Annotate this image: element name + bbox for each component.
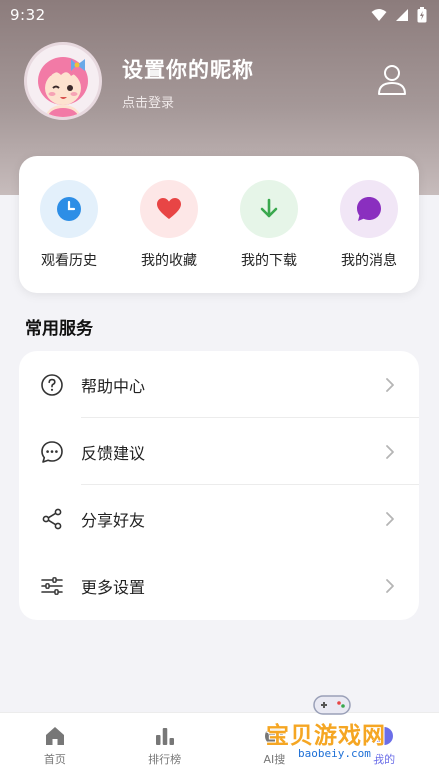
quick-action-label: 观看历史 bbox=[41, 253, 97, 269]
download-icon bbox=[260, 198, 278, 218]
quick-action-icon-bg bbox=[240, 180, 298, 238]
status-time: 9:32 bbox=[10, 6, 46, 24]
message-icon bbox=[357, 197, 381, 221]
feedback-icon bbox=[41, 441, 63, 463]
heart-icon bbox=[157, 198, 181, 219]
service-label: 帮助中心 bbox=[81, 376, 146, 396]
quick-actions-card: 观看历史 我的收藏 我的下载 我的消息 bbox=[19, 156, 419, 293]
service-row-settings[interactable]: 更多设置 bbox=[19, 552, 419, 619]
chevron-right-icon bbox=[386, 378, 394, 392]
user-icon bbox=[378, 65, 406, 95]
quick-action-icon-bg bbox=[340, 180, 398, 238]
quick-action-downloads[interactable]: 我的下载 bbox=[239, 180, 299, 293]
tab-home[interactable]: 首页 bbox=[10, 725, 100, 780]
profile-button[interactable] bbox=[377, 64, 409, 98]
status-bar: 9:32 bbox=[0, 0, 439, 30]
nickname[interactable]: 设置你的昵称 bbox=[122, 54, 254, 84]
service-row-feedback[interactable]: 反馈建议 bbox=[19, 418, 419, 485]
share-icon bbox=[42, 508, 62, 530]
quick-action-label: 我的下载 bbox=[241, 253, 297, 269]
ranking-icon bbox=[155, 728, 174, 745]
settings-sliders-icon bbox=[41, 577, 63, 595]
home-icon bbox=[45, 727, 64, 745]
battery-icon bbox=[417, 7, 427, 23]
watermark-url: baobeiy.com bbox=[292, 746, 377, 761]
quick-action-messages[interactable]: 我的消息 bbox=[339, 180, 399, 293]
tab-label: 首页 bbox=[43, 753, 66, 766]
services-card: 帮助中心 反馈建议 分享好友 更多设置 bbox=[19, 351, 419, 620]
avatar-girl-icon bbox=[27, 45, 99, 117]
quick-action-favorites[interactable]: 我的收藏 bbox=[139, 180, 199, 293]
signal-icon bbox=[396, 9, 408, 21]
service-row-share[interactable]: 分享好友 bbox=[19, 485, 419, 552]
chevron-right-icon bbox=[386, 579, 394, 593]
service-label: 反馈建议 bbox=[81, 443, 146, 463]
watermark-text: 宝贝游戏网 bbox=[266, 723, 386, 749]
status-icons bbox=[371, 7, 427, 23]
clock-icon bbox=[57, 197, 81, 221]
gamepad-icon bbox=[313, 695, 351, 715]
quick-action-label: 我的消息 bbox=[341, 253, 397, 269]
tab-label: 排行榜 bbox=[148, 753, 182, 766]
chevron-right-icon bbox=[386, 445, 394, 459]
quick-action-history[interactable]: 观看历史 bbox=[39, 180, 99, 293]
service-row-help[interactable]: 帮助中心 bbox=[19, 351, 419, 418]
watermark-logo: 宝贝游戏网 baobeiy.com bbox=[262, 690, 412, 778]
service-label: 分享好友 bbox=[81, 510, 146, 530]
section-title: 常用服务 bbox=[25, 319, 93, 339]
quick-action-icon-bg bbox=[40, 180, 98, 238]
wifi-icon bbox=[371, 9, 387, 21]
login-hint[interactable]: 点击登录 bbox=[122, 92, 174, 111]
chevron-right-icon bbox=[386, 512, 394, 526]
help-icon bbox=[41, 374, 63, 396]
quick-action-icon-bg bbox=[140, 180, 198, 238]
service-label: 更多设置 bbox=[81, 577, 146, 597]
quick-action-label: 我的收藏 bbox=[141, 253, 197, 269]
avatar[interactable] bbox=[24, 42, 102, 120]
tab-ranking[interactable]: 排行榜 bbox=[120, 725, 210, 780]
